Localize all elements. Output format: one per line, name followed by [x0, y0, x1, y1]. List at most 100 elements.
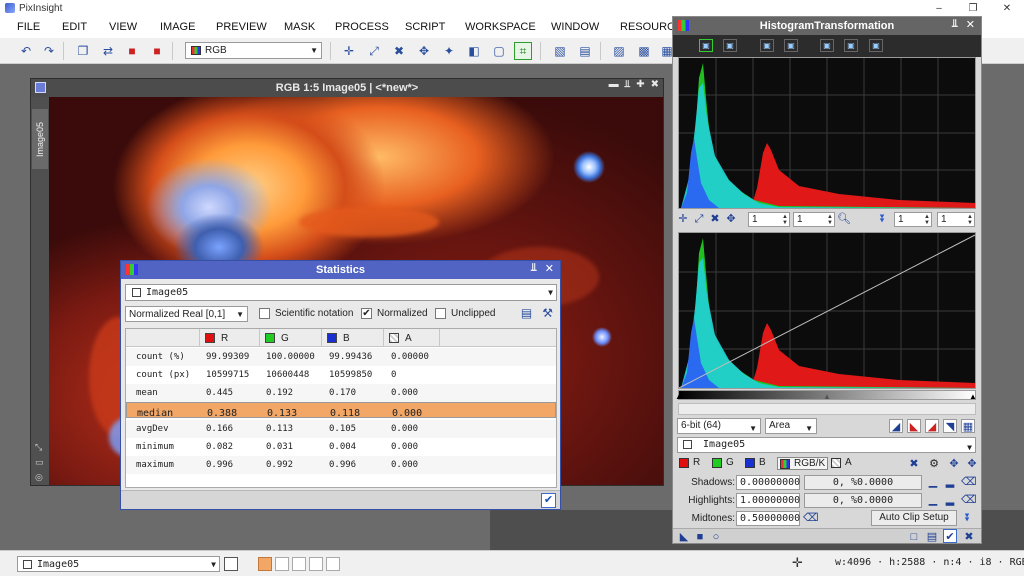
minimize-icon[interactable]: – — [922, 0, 956, 16]
image-duplicate-icon[interactable]: ❐ — [74, 42, 92, 60]
histogram-view-select[interactable]: Image05 ▼ — [677, 437, 976, 453]
reset-highlights-icon[interactable]: ⌫ — [961, 493, 977, 507]
color-space-select[interactable]: RGB ▼ — [185, 42, 322, 59]
reset-shadows-icon[interactable]: ⌫ — [961, 475, 977, 489]
edit-preview-icon[interactable]: ▢ — [490, 42, 508, 60]
histogram-transformation-window[interactable]: HistogramTransformation ⫫ ✕ ▣ ▣ ▣ ▣ ▣ ▣ … — [672, 16, 982, 544]
zoom-fit-icon[interactable]: ✖ — [390, 42, 408, 60]
checkbox-box[interactable] — [435, 308, 446, 319]
view-identifier-tab[interactable]: Image05 — [32, 109, 48, 169]
statistics-view-select[interactable]: Image05 ▼ — [125, 284, 557, 301]
scroll-mode-icon[interactable]: ✥ — [724, 212, 738, 226]
shadows-input[interactable]: 0.00000000 — [736, 475, 800, 490]
menu-preview[interactable]: PREVIEW — [216, 21, 267, 33]
spin-arrows-icon[interactable]: ▲ ▼ — [782, 214, 788, 226]
combine-rgb-icon[interactable]: ■ — [148, 42, 166, 60]
shadows-clip-alt-icon[interactable]: ▂ — [943, 475, 957, 489]
table-row[interactable]: minimum 0.082 0.031 0.004 0.000 — [126, 438, 556, 456]
shadows-slider-handle[interactable]: ▲ — [675, 392, 683, 401]
menu-edit[interactable]: EDIT — [62, 21, 87, 33]
number-format-select[interactable]: Normalized Real [0,1] ▼ — [125, 306, 248, 322]
new-instance-icon[interactable]: ◣ — [677, 530, 691, 544]
gear-icon[interactable]: ⚙ — [927, 457, 941, 471]
menu-script[interactable]: SCRIPT — [405, 21, 445, 33]
menu-file[interactable]: FILE — [17, 21, 40, 33]
browse-docs-icon[interactable]: □ — [907, 530, 921, 544]
highlights-slider-handle[interactable]: ▲ — [969, 392, 977, 401]
collapse-arrows-icon[interactable]: ⏬︎ — [876, 212, 890, 226]
table-row[interactable]: avgDev 0.166 0.113 0.105 0.000 — [126, 420, 556, 438]
preview-slot-1[interactable] — [258, 557, 272, 571]
expand-icon[interactable]: ✥ — [965, 457, 979, 471]
menu-workspace[interactable]: WORKSPACE — [465, 21, 536, 33]
shadows-clip-icon[interactable]: ▁ — [926, 475, 940, 489]
edit-instance-icon[interactable]: ▤ — [925, 530, 939, 544]
image-window-titlebar[interactable]: RGB 1:5 Image05 | <*new*> ▬ ⫫ ✚ ✖ — [31, 79, 663, 97]
channel-r[interactable]: R — [679, 457, 700, 468]
histogram-resolution-select[interactable]: 6-bit (64) ▼ — [677, 418, 761, 434]
table-row-selected[interactable]: median 0.388 0.133 0.118 0.000 — [126, 402, 556, 419]
maximize-window-icon[interactable]: ✚ — [636, 79, 644, 90]
dynamic-crop-icon[interactable]: ⌗ — [514, 42, 532, 60]
zoom-magnifier-icon[interactable]: 🔍︎ — [837, 212, 851, 226]
reset-view-icon[interactable]: ▣ — [723, 39, 737, 52]
execute-checkmark-icon[interactable]: ✔ — [943, 529, 957, 543]
before-histogram-icon[interactable]: ▣ — [760, 39, 774, 52]
highlights-clip-icon[interactable]: ▁ — [926, 493, 940, 507]
close-icon[interactable]: ✕ — [966, 18, 975, 31]
grid-toggle-icon[interactable]: ▦ — [961, 419, 975, 433]
statistics-window[interactable]: Statistics ⫫ ✕ Image05 ▼ Normalized Real… — [120, 260, 561, 510]
stf-auto-icon[interactable]: ▨ — [610, 42, 628, 60]
crosshair-readout-icon[interactable]: ✛ — [792, 555, 803, 571]
table-row[interactable]: mean 0.445 0.192 0.170 0.000 — [126, 384, 556, 402]
histogram-titlebar[interactable]: HistogramTransformation ⫫ ✕ — [673, 17, 981, 35]
close-icon[interactable]: ✕ — [990, 0, 1024, 16]
table-row[interactable]: count (%) 99.99309 100.00000 99.99436 0.… — [126, 348, 556, 366]
mask-link-icon[interactable]: ⤡ — [35, 442, 45, 452]
output-histogram-plot[interactable] — [678, 232, 976, 389]
checkbox-box[interactable] — [259, 308, 270, 319]
rgb-histogram-icon[interactable]: ◢ — [925, 419, 939, 433]
show-mask-icon[interactable]: ▧ — [551, 42, 569, 60]
collapse-arrows-icon[interactable]: ⏬︎ — [961, 511, 975, 525]
channel-rgbk-selected[interactable]: RGB/K — [777, 457, 829, 470]
channel-g[interactable]: G — [712, 457, 734, 468]
split-rgb-icon[interactable]: ■ — [123, 42, 141, 60]
dock-icon[interactable]: ▭ — [35, 457, 45, 467]
crosshair-icon[interactable]: ✖ — [907, 457, 921, 471]
highlights-clip-alt-icon[interactable]: ▂ — [943, 493, 957, 507]
move-icon[interactable]: ✥ — [947, 457, 961, 471]
fit-view-icon[interactable]: ⤢ — [365, 42, 383, 60]
vertical-zoom-spin[interactable]: 1 ▲ ▼ — [793, 212, 835, 227]
pan-mode-icon[interactable]: ✛ — [340, 42, 358, 60]
midtones-input[interactable]: 0.50000000 — [736, 511, 800, 526]
minimize-window-icon[interactable]: ⫫ — [625, 79, 631, 90]
preview-slot-2[interactable] — [275, 557, 289, 571]
log-scale-icon[interactable]: ◥ — [943, 419, 957, 433]
normalized-checkbox[interactable]: ✔ Normalized — [361, 308, 428, 319]
stf-reset-icon[interactable]: ▩ — [635, 42, 653, 60]
menu-view[interactable]: VIEW — [109, 21, 137, 33]
color-histogram-icon[interactable]: ◣ — [907, 419, 921, 433]
graph-mode-select[interactable]: Area ▼ — [765, 418, 817, 434]
midtones-slider-handle[interactable]: ▲ — [823, 392, 831, 401]
scientific-notation-checkbox[interactable]: Scientific notation — [259, 308, 353, 319]
output-horizontal-zoom-spin[interactable]: 1 ▲ ▼ — [894, 212, 932, 227]
apply-checkmark-icon[interactable]: ✔ — [541, 493, 556, 508]
graph-style-icon[interactable]: ▣ — [844, 39, 858, 52]
highlights-input[interactable]: 1.00000000 — [736, 493, 800, 508]
undo-icon[interactable]: ↶ — [17, 42, 35, 60]
input-histogram-plot[interactable] — [678, 57, 976, 209]
restore-icon[interactable]: ❐ — [956, 0, 990, 16]
channel-b[interactable]: B — [745, 457, 766, 468]
wrench-icon[interactable]: ⚒ — [542, 306, 553, 320]
menu-window[interactable]: WINDOW — [551, 21, 599, 33]
table-row[interactable]: maximum 0.996 0.992 0.996 0.000 — [126, 456, 556, 474]
after-histogram-icon[interactable]: ▣ — [784, 39, 798, 52]
zoom-fit-icon[interactable]: ⤢ — [692, 212, 706, 226]
zoom-fit-vertical-icon[interactable]: ✖ — [708, 212, 722, 226]
midtones-slider-track[interactable]: ▲ ▲ ▲ — [675, 390, 977, 401]
image-swap-icon[interactable]: ⇄ — [99, 42, 117, 60]
reset-midtones-icon[interactable]: ⌫ — [803, 511, 819, 525]
close-window-icon[interactable]: ✖ — [651, 79, 659, 90]
